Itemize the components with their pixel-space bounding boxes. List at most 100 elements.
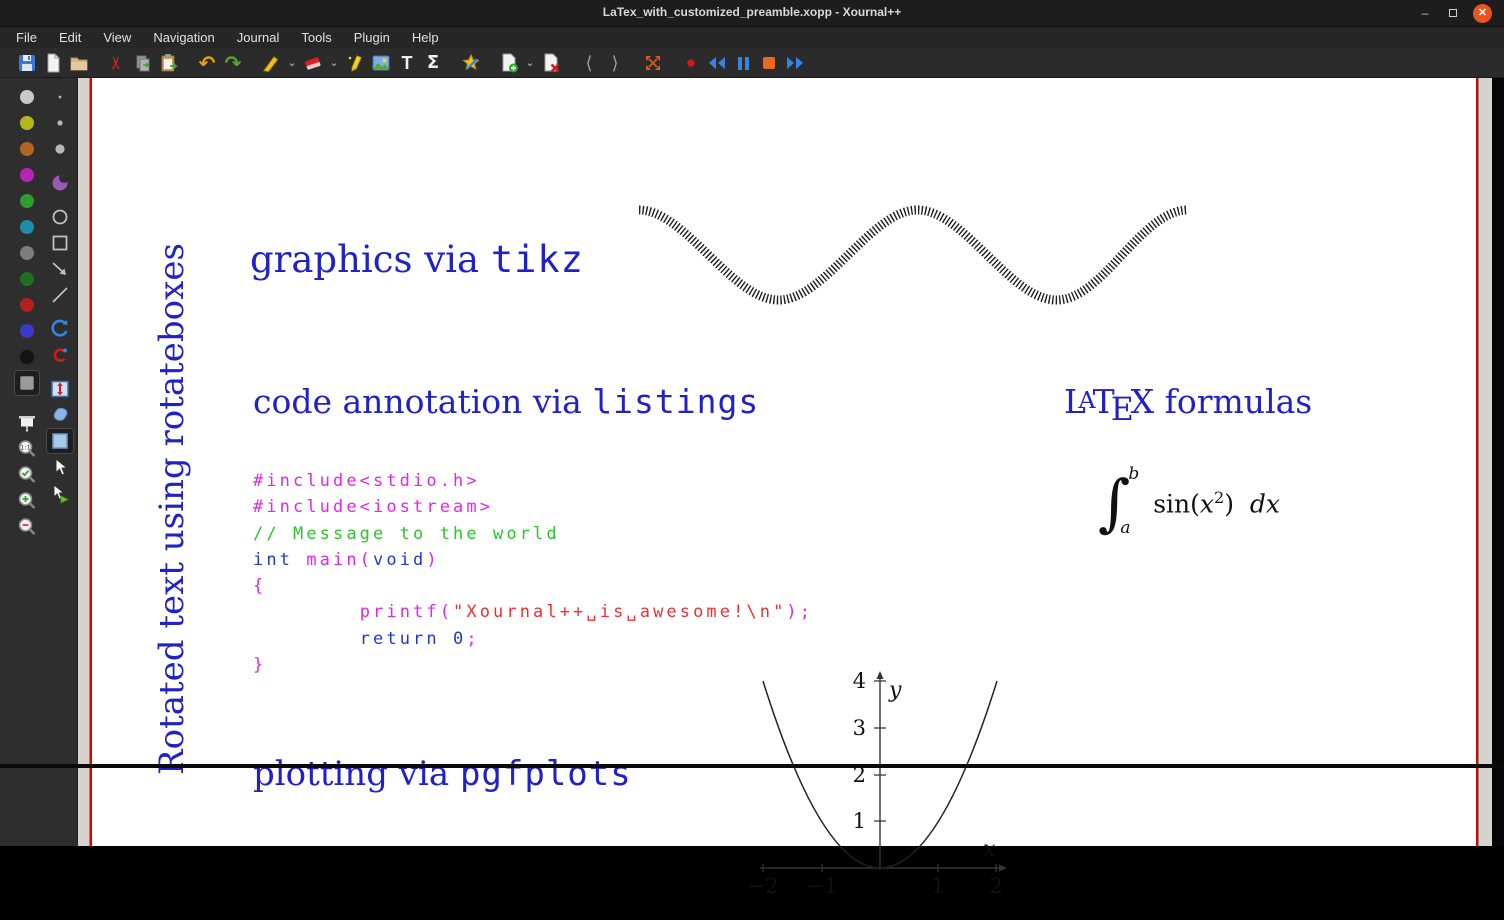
- fill-tool-button[interactable]: [46, 170, 74, 196]
- zoom-in-button[interactable]: [14, 488, 40, 514]
- color-orange[interactable]: [14, 136, 40, 162]
- draw-line-button[interactable]: [46, 282, 74, 308]
- redo-button[interactable]: ↷: [220, 50, 246, 76]
- minimize-button[interactable]: –: [1416, 4, 1434, 22]
- color-teal[interactable]: [14, 214, 40, 240]
- insert-image-button[interactable]: [368, 50, 394, 76]
- menu-edit[interactable]: Edit: [59, 30, 81, 45]
- restore-icon: [1449, 9, 1457, 17]
- code-line: int main(void): [253, 547, 813, 573]
- zoom-100-button[interactable]: 1:1: [14, 436, 40, 462]
- page-options-chevron[interactable]: ⌄: [522, 56, 538, 69]
- color-light-gray[interactable]: [14, 84, 40, 110]
- new-document-button[interactable]: [40, 50, 66, 76]
- text-tool-button[interactable]: T: [394, 50, 420, 76]
- color-black[interactable]: [14, 344, 40, 370]
- play-object-button[interactable]: [46, 480, 74, 506]
- vertical-space-tool-button[interactable]: [46, 376, 74, 402]
- highlighter-tool-button[interactable]: [342, 50, 368, 76]
- color-red[interactable]: [14, 292, 40, 318]
- rewind-button[interactable]: [704, 50, 730, 76]
- previous-page-button[interactable]: ⟨: [576, 50, 602, 76]
- add-page-button[interactable]: [496, 50, 522, 76]
- save-button[interactable]: [14, 50, 40, 76]
- left-scrollbar-gutter[interactable]: [78, 78, 90, 846]
- sigma-icon: Σ: [427, 50, 439, 76]
- shape-tools-button[interactable]: [458, 50, 484, 76]
- copy-button[interactable]: [130, 50, 156, 76]
- red-swatch-icon: [20, 298, 34, 312]
- undo-button[interactable]: ↶: [194, 50, 220, 76]
- code-line: {: [253, 573, 813, 599]
- presentation-mode-button[interactable]: [14, 410, 40, 436]
- menu-tools[interactable]: Tools: [301, 30, 331, 45]
- draw-arrow-button[interactable]: [46, 256, 74, 282]
- zoom-out-button[interactable]: [14, 514, 40, 540]
- code-listing: #include<stdio.h>#include<iostream>// Me…: [253, 468, 813, 678]
- dark-green-swatch-icon: [20, 272, 34, 286]
- pen-tool-button[interactable]: [258, 50, 284, 76]
- color-magenta[interactable]: [14, 162, 40, 188]
- right-scrollbar-gutter[interactable]: [1478, 78, 1492, 846]
- menu-journal[interactable]: Journal: [237, 30, 280, 45]
- color-yellow[interactable]: [14, 110, 40, 136]
- svg-text:−1: −1: [807, 874, 838, 898]
- orange-swatch-icon: [20, 142, 34, 156]
- draw-rectangle-button[interactable]: [46, 230, 74, 256]
- stop-button[interactable]: [756, 50, 782, 76]
- titlebar[interactable]: LaTex_with_customized_preamble.xopp - Xo…: [0, 0, 1504, 27]
- menu-navigation[interactable]: Navigation: [153, 30, 214, 45]
- blue-swatch-icon: [20, 324, 34, 338]
- open-folder-button[interactable]: [66, 50, 92, 76]
- restore-button[interactable]: [1444, 4, 1462, 22]
- default-tool-button[interactable]: [46, 316, 74, 342]
- thickness-thick-button[interactable]: [46, 136, 74, 162]
- paste-button[interactable]: [156, 50, 182, 76]
- zoom-fit-button[interactable]: [14, 462, 40, 488]
- color-green[interactable]: [14, 188, 40, 214]
- tex-math-tool-button[interactable]: Σ: [420, 50, 446, 76]
- heading-code-annotation: code annotation via listings: [253, 382, 759, 421]
- select-object-button[interactable]: [46, 454, 74, 480]
- pause-button[interactable]: [730, 50, 756, 76]
- thickness-medium-button[interactable]: [46, 110, 74, 136]
- scissors-icon: ✂: [104, 55, 130, 69]
- menu-plugin[interactable]: Plugin: [354, 30, 390, 45]
- code-line: #include<stdio.h>: [253, 468, 813, 494]
- svg-text:3: 3: [853, 716, 866, 740]
- delete-page-button[interactable]: [538, 50, 564, 76]
- fullscreen-button[interactable]: [640, 50, 666, 76]
- thickness-fine-button[interactable]: [46, 84, 74, 110]
- color-palette: [14, 84, 40, 396]
- menu-view[interactable]: View: [103, 30, 131, 45]
- close-button[interactable]: ✕: [1473, 4, 1492, 23]
- pgfplots-parabola: −2 −1 1 2 1 2 3 4 x y: [740, 668, 1016, 920]
- integral-limits: ba: [1128, 466, 1139, 540]
- latex-logo: LATEX: [1064, 382, 1154, 421]
- rotated-text: Rotated text using rotateboxes: [152, 253, 192, 775]
- pen-options-chevron[interactable]: ⌄: [284, 56, 300, 69]
- document-page[interactable]: Rotated text using rotateboxes graphics …: [90, 78, 1478, 846]
- right-panel-strip: [1492, 78, 1504, 846]
- color-blue[interactable]: [14, 318, 40, 344]
- menu-file[interactable]: File: [16, 30, 37, 45]
- next-page-button[interactable]: ⟩: [602, 50, 628, 76]
- cut-button[interactable]: ✂: [104, 50, 130, 76]
- record-audio-button[interactable]: ●: [678, 50, 704, 76]
- fast-forward-button[interactable]: [782, 50, 808, 76]
- select-region-button[interactable]: [46, 402, 74, 428]
- green-swatch-icon: [20, 194, 34, 208]
- undo-icon: ↶: [199, 50, 216, 76]
- eraser-options-chevron[interactable]: ⌄: [326, 56, 342, 69]
- xournalpp-window: LaTex_with_customized_preamble.xopp - Xo…: [0, 0, 1504, 846]
- previous-icon: ⟨: [585, 50, 592, 76]
- draw-circle-button[interactable]: [46, 204, 74, 230]
- color-custom-gray[interactable]: [14, 370, 40, 396]
- color-dark-green[interactable]: [14, 266, 40, 292]
- toolbar: ✂ ↶ ↷ ⌄ ⌄ T Σ ⌄: [0, 48, 1504, 78]
- shape-recognizer-button[interactable]: [46, 342, 74, 368]
- color-gray[interactable]: [14, 240, 40, 266]
- select-rectangle-button[interactable]: [46, 428, 74, 454]
- eraser-tool-button[interactable]: [300, 50, 326, 76]
- menu-help[interactable]: Help: [412, 30, 439, 45]
